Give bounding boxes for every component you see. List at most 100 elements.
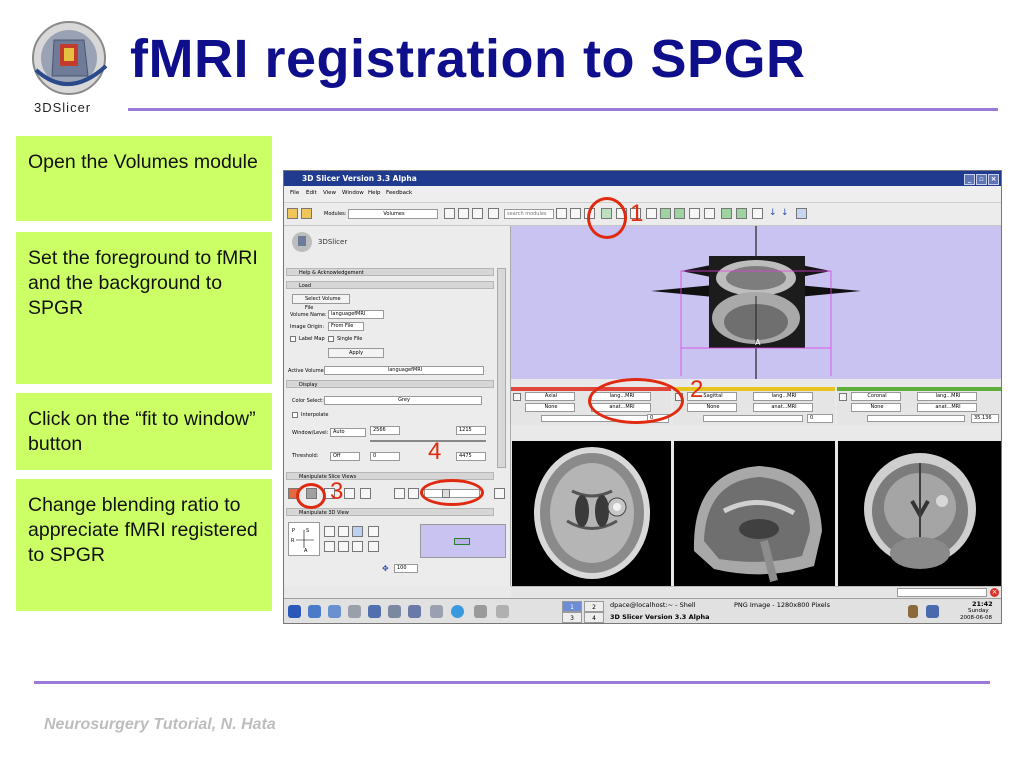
slice-options-icon[interactable]: [494, 488, 505, 499]
swap-layers-icon[interactable]: [394, 488, 405, 499]
window-value-field[interactable]: 2566: [370, 426, 400, 435]
home-icon[interactable]: [570, 208, 581, 219]
sagittal-offset-field[interactable]: 0: [807, 414, 833, 423]
axial-toggle-icon[interactable]: [513, 393, 521, 401]
search-icon[interactable]: [556, 208, 567, 219]
threshold-low-field[interactable]: 0: [370, 452, 400, 461]
level-value-field[interactable]: 1215: [456, 426, 486, 435]
label-map-checkbox[interactable]: [290, 336, 296, 342]
menu-view[interactable]: View: [323, 190, 336, 196]
fiducial-pin-icon[interactable]: ↓: [769, 208, 780, 219]
minimize-icon[interactable]: _: [964, 174, 975, 185]
terminal-icon[interactable]: [368, 605, 381, 618]
load-section-header[interactable]: Load: [286, 281, 494, 289]
window-level-mode-select[interactable]: Auto: [330, 428, 366, 437]
pan-icon[interactable]: [324, 541, 335, 552]
network-icon[interactable]: [388, 605, 401, 618]
select-volume-button[interactable]: Select Volume File: [292, 294, 350, 311]
folder-icon[interactable]: [474, 605, 487, 618]
restore-icon[interactable]: ▫: [976, 174, 987, 185]
image-origin-select[interactable]: From File: [328, 322, 364, 331]
threshold-high-field[interactable]: 4475: [456, 452, 486, 461]
menu-help[interactable]: Help: [368, 190, 381, 196]
error-log-icon[interactable]: ×: [990, 588, 999, 597]
start-menu-icon[interactable]: [288, 605, 301, 618]
module-list-icon[interactable]: [472, 208, 483, 219]
coronal-foreground-select[interactable]: lang...MRI: [917, 392, 977, 401]
coronal-toggle-icon[interactable]: [839, 393, 847, 401]
sagittal-foreground-select[interactable]: lang...MRI: [753, 392, 813, 401]
redo-icon[interactable]: [736, 208, 747, 219]
coronal-offset-slider[interactable]: [867, 415, 965, 422]
colors-module-icon[interactable]: [674, 208, 685, 219]
menu-feedback[interactable]: Feedback: [386, 190, 412, 196]
sagittal-label-select[interactable]: None: [687, 403, 737, 412]
view3d-canvas[interactable]: A: [511, 226, 1001, 379]
copy-layers-icon[interactable]: [408, 488, 419, 499]
slicer-task[interactable]: 3D Slicer Version 3.3 Alpha: [610, 613, 710, 621]
screenshot-icon[interactable]: [752, 208, 763, 219]
crosshair-icon[interactable]: [344, 488, 355, 499]
zoom-value-field[interactable]: 100: [394, 564, 418, 573]
browser-icon[interactable]: [308, 605, 321, 618]
layout-icon[interactable]: [704, 208, 715, 219]
volume-name-field[interactable]: languagefMRI: [328, 310, 384, 319]
measure-icon[interactable]: [689, 208, 700, 219]
sagittal-background-select[interactable]: anat...MRI: [753, 403, 813, 412]
skype-icon[interactable]: [451, 605, 464, 618]
back-arrow-icon[interactable]: [444, 208, 455, 219]
spin-icon[interactable]: [338, 541, 349, 552]
menu-edit[interactable]: Edit: [306, 190, 317, 196]
search-view-icon[interactable]: [368, 541, 379, 552]
active-volume-select[interactable]: languagefMRI: [324, 366, 484, 375]
camera-icon[interactable]: [352, 541, 363, 552]
desktop-1-button[interactable]: 1: [562, 601, 582, 612]
sagittal-slice-view[interactable]: [674, 441, 835, 586]
orientation-axes-icon[interactable]: P S R A: [288, 522, 320, 556]
view-select-icon[interactable]: [352, 526, 363, 537]
view3d-section-header[interactable]: Manipulate 3D View: [286, 508, 494, 516]
save-scene-icon[interactable]: [301, 208, 312, 219]
sagittal-offset-slider[interactable]: [703, 415, 803, 422]
axial-label-select[interactable]: None: [525, 403, 575, 412]
search-modules-input[interactable]: search modules: [504, 209, 554, 219]
axial-orientation-select[interactable]: Axial: [525, 392, 575, 401]
load-scene-icon[interactable]: [287, 208, 298, 219]
zoom-arrows-icon[interactable]: ✥: [382, 564, 393, 575]
menu-window[interactable]: Window: [342, 190, 364, 196]
undo-icon[interactable]: [721, 208, 732, 219]
refresh-icon[interactable]: [488, 208, 499, 219]
shell-task[interactable]: dpace@localhost:~ - Shell: [610, 601, 695, 609]
zoom-in-icon[interactable]: [368, 526, 379, 537]
coronal-slice-view[interactable]: [838, 441, 1001, 586]
editor-module-icon[interactable]: [646, 208, 657, 219]
menu-file[interactable]: File: [290, 190, 299, 196]
png-image-task[interactable]: PNG Image - 1280x800 Pixels: [734, 601, 830, 609]
axial-slice-view[interactable]: [512, 441, 671, 586]
email-icon[interactable]: [328, 605, 341, 618]
apply-button[interactable]: Apply: [328, 348, 384, 358]
tray-network-icon[interactable]: [926, 605, 939, 618]
close-icon[interactable]: ×: [988, 174, 999, 185]
transforms-module-icon[interactable]: [660, 208, 671, 219]
fiducial-place-icon[interactable]: ↓: [781, 208, 792, 219]
module-select[interactable]: Volumes: [348, 209, 438, 219]
forward-arrow-icon[interactable]: [458, 208, 469, 219]
color-select-field[interactable]: Grey: [324, 396, 482, 405]
coronal-orientation-select[interactable]: Coronal: [851, 392, 901, 401]
editor-icon[interactable]: [408, 605, 421, 618]
display-section-header[interactable]: Display: [286, 380, 494, 388]
panel-scrollbar[interactable]: [497, 268, 506, 468]
desktop-3-button[interactable]: 3: [562, 612, 582, 623]
desktop-2-button[interactable]: 2: [584, 601, 604, 612]
threshold-mode-select[interactable]: Off: [330, 452, 360, 461]
rotate-icon[interactable]: [324, 526, 335, 537]
coronal-background-select[interactable]: anat...MRI: [917, 403, 977, 412]
clock-time[interactable]: 21:42: [972, 600, 993, 608]
file-manager-icon[interactable]: [348, 605, 361, 618]
tray-clipboard-icon[interactable]: [908, 605, 918, 618]
single-file-checkbox[interactable]: [328, 336, 334, 342]
grid-icon[interactable]: [360, 488, 371, 499]
help-section-header[interactable]: Help & Acknowledgement: [286, 268, 494, 276]
trash-icon[interactable]: [496, 605, 509, 618]
